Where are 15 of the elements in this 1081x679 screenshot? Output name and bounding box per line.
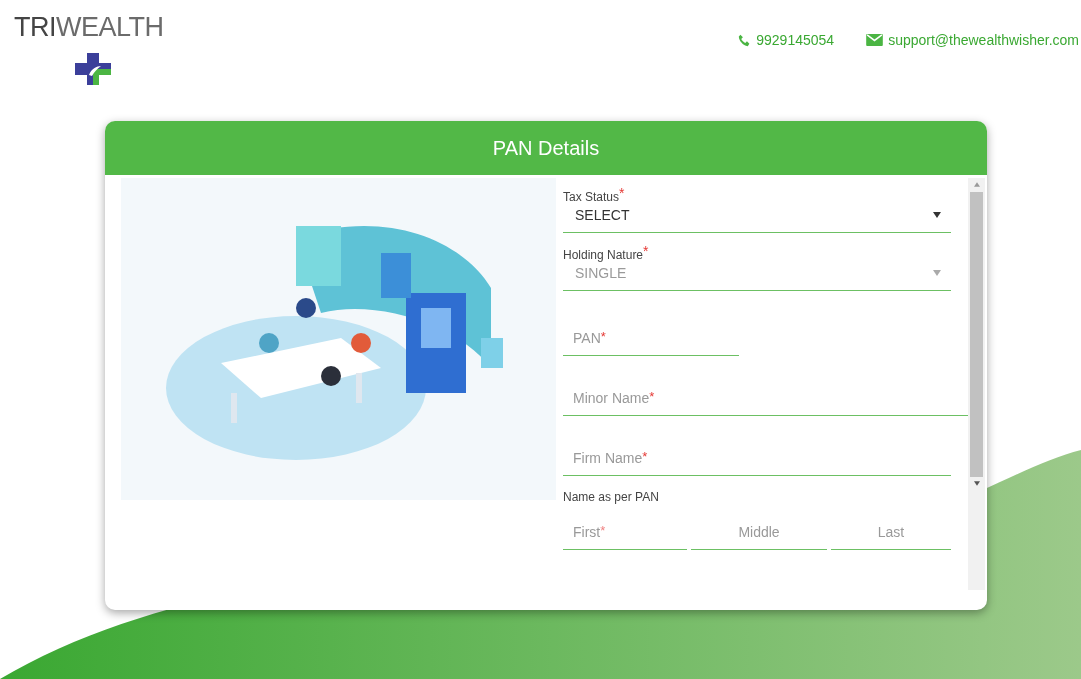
field-label: Name as per PAN	[563, 490, 660, 504]
caret-icon	[933, 212, 941, 218]
input-field[interactable]: Last	[831, 514, 951, 550]
input-field[interactable]: Middle	[691, 514, 827, 550]
scrollbar[interactable]	[968, 178, 985, 590]
email-address: support@thewealthwisher.com	[888, 32, 1079, 48]
phone-number: 9929145054	[756, 32, 835, 48]
phone-icon	[738, 33, 752, 47]
scroll-up-icon[interactable]	[973, 182, 980, 187]
caret-icon	[933, 270, 941, 276]
logo-wordmark: TRIWEALTH	[14, 12, 164, 43]
scroll-down-icon[interactable]	[973, 481, 980, 486]
card-title: PAN Details	[492, 136, 600, 160]
envelope-icon	[866, 34, 884, 46]
cross-logo-icon	[75, 53, 111, 85]
